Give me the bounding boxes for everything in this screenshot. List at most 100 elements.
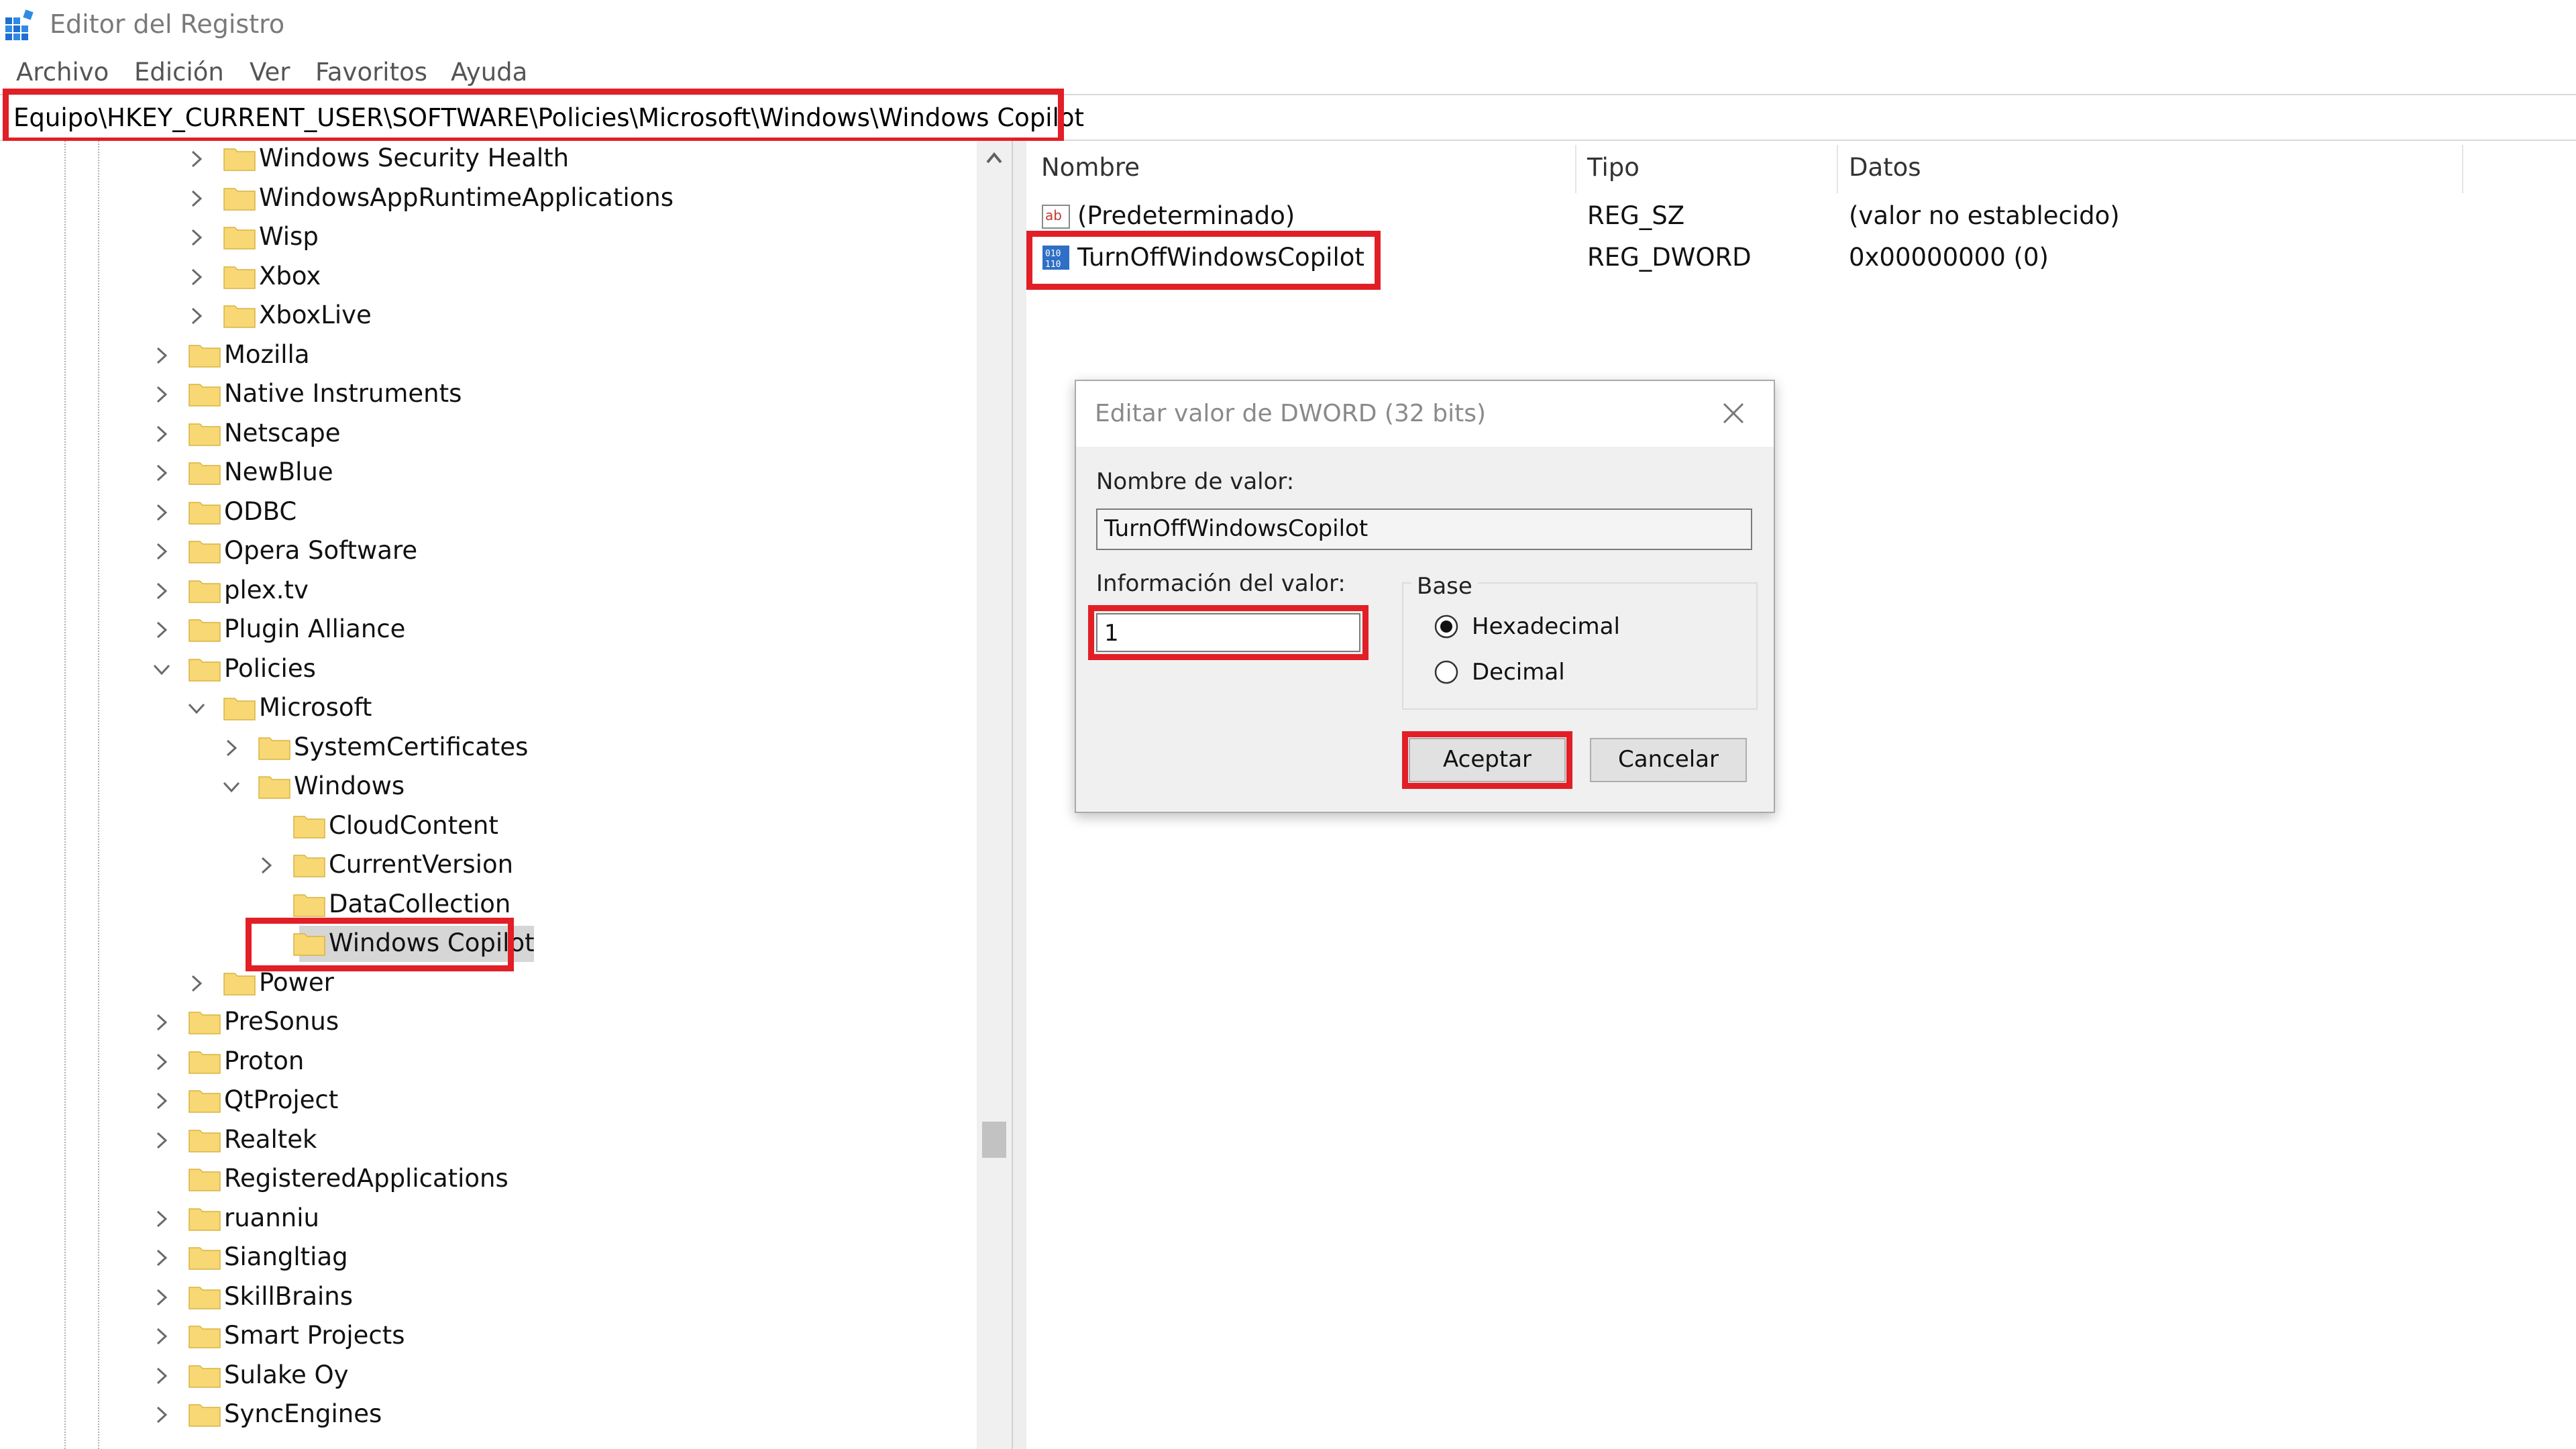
tree-item-label: Netscape (224, 418, 341, 447)
tree-item[interactable]: SkillBrains (0, 1279, 979, 1318)
tree-item[interactable]: XboxLive (0, 298, 979, 337)
tree-item[interactable]: ODBC (0, 494, 979, 533)
radio-decimal[interactable] (1433, 659, 1460, 686)
value-row-turnoffwindowscopilot[interactable]: 010 110 TurnOffWindowsCopilot REG_DWORD … (1026, 239, 2569, 279)
chevron-right-icon[interactable] (185, 972, 208, 995)
column-separator[interactable] (1837, 145, 1838, 193)
tree-item[interactable]: Opera Software (0, 533, 979, 572)
radio-hexadecimal-label[interactable]: Hexadecimal (1472, 613, 1620, 640)
radio-hexadecimal[interactable] (1433, 613, 1460, 640)
menu-ver[interactable]: Ver (250, 58, 290, 87)
chevron-right-icon[interactable] (185, 305, 208, 327)
tree-item[interactable]: SyncEngines (0, 1397, 979, 1436)
value-row-default[interactable]: ab (Predeterminado) REG_SZ (valor no est… (1026, 197, 2569, 237)
edit-dword-dialog[interactable]: Editar valor de DWORD (32 bits) Nombre d… (1075, 380, 1775, 813)
address-bar[interactable]: Equipo\HKEY_CURRENT_USER\SOFTWARE\Polici… (0, 94, 2576, 141)
tree-item[interactable]: Plugin Alliance (0, 612, 979, 651)
tree-item[interactable]: plex.tv (0, 573, 979, 612)
tree-item[interactable]: DataCollection (0, 887, 979, 926)
tree-item[interactable]: Wisp (0, 219, 979, 258)
tree-item[interactable]: Siangltiag (0, 1240, 979, 1279)
tree-item[interactable]: Windows Security Health (0, 141, 979, 180)
chevron-right-icon[interactable] (150, 1208, 173, 1230)
tree-item-label: CloudContent (329, 810, 498, 840)
tree-item[interactable]: WindowsAppRuntimeApplications (0, 180, 979, 219)
tree-item[interactable]: CloudContent (0, 808, 979, 847)
tree-item[interactable]: RegisteredApplications (0, 1161, 979, 1200)
chevron-right-icon[interactable] (150, 1089, 173, 1112)
tree-item[interactable]: Native Instruments (0, 376, 979, 415)
tree-item[interactable]: Xbox (0, 259, 979, 298)
column-separator[interactable] (1575, 145, 1576, 193)
scroll-up-arrow-icon[interactable] (985, 149, 1004, 168)
cancel-button[interactable]: Cancelar (1590, 738, 1747, 782)
tree-scrollbar[interactable] (977, 141, 1012, 1449)
chevron-right-icon[interactable] (150, 540, 173, 563)
chevron-right-icon[interactable] (150, 1325, 173, 1348)
folder-icon (223, 187, 256, 211)
chevron-right-icon[interactable] (150, 1246, 173, 1269)
tree-item[interactable]: Windows Copilot (0, 926, 979, 965)
tree-item[interactable]: Realtek (0, 1122, 979, 1161)
tree-item[interactable]: SystemCertificates (0, 730, 979, 769)
tree-item-label: SystemCertificates (294, 732, 529, 761)
tree-item[interactable]: NewBlue (0, 455, 979, 494)
tree-item-label: plex.tv (224, 575, 309, 604)
chevron-right-icon[interactable] (150, 580, 173, 602)
chevron-right-icon[interactable] (150, 1011, 173, 1034)
column-header-datos[interactable]: Datos (1849, 153, 1921, 182)
menu-archivo[interactable]: Archivo (16, 58, 109, 87)
tree-item[interactable]: PreSonus (0, 1004, 979, 1043)
ok-button[interactable]: Aceptar (1409, 738, 1566, 782)
chevron-right-icon[interactable] (150, 383, 173, 406)
menu-edicion[interactable]: Edición (134, 58, 224, 87)
folder-icon (189, 541, 221, 564)
menu-favoritos[interactable]: Favoritos (315, 58, 427, 87)
scroll-thumb[interactable] (982, 1122, 1006, 1158)
chevron-right-icon[interactable] (185, 266, 208, 288)
menu-ayuda[interactable]: Ayuda (451, 58, 527, 87)
chevron-right-icon[interactable] (150, 1403, 173, 1426)
tree-item[interactable]: Netscape (0, 416, 979, 455)
tree-item[interactable]: Smart Projects (0, 1318, 979, 1357)
chevron-right-icon[interactable] (150, 1051, 173, 1073)
chevron-down-icon[interactable] (150, 658, 173, 681)
chevron-down-icon[interactable] (185, 697, 208, 720)
tree-item[interactable]: Proton (0, 1044, 979, 1083)
chevron-right-icon[interactable] (185, 226, 208, 249)
chevron-right-icon[interactable] (150, 1364, 173, 1387)
tree-item[interactable]: Microsoft (0, 690, 979, 729)
chevron-right-icon[interactable] (150, 423, 173, 445)
tree-item[interactable]: QtProject (0, 1083, 979, 1122)
radio-decimal-label[interactable]: Decimal (1472, 659, 1565, 686)
column-header-tipo[interactable]: Tipo (1587, 153, 1640, 182)
chevron-right-icon[interactable] (150, 1129, 173, 1152)
folder-icon (189, 1169, 221, 1191)
tree-item[interactable]: CurrentVersion (0, 847, 979, 886)
column-separator[interactable] (2462, 145, 2463, 193)
chevron-right-icon[interactable] (150, 619, 173, 641)
tree-item[interactable]: Policies (0, 651, 979, 690)
tree-item[interactable]: Mozilla (0, 337, 979, 376)
chevron-right-icon[interactable] (150, 501, 173, 524)
tree-item[interactable]: Windows (0, 769, 979, 808)
tree-item[interactable]: Power (0, 965, 979, 1004)
chevron-right-icon[interactable] (185, 148, 208, 170)
column-header-nombre[interactable]: Nombre (1041, 153, 1140, 182)
chevron-right-icon[interactable] (150, 1286, 173, 1309)
address-path[interactable]: Equipo\HKEY_CURRENT_USER\SOFTWARE\Polici… (13, 103, 1084, 132)
chevron-right-icon[interactable] (220, 737, 243, 759)
chevron-down-icon[interactable] (220, 775, 243, 798)
dialog-title-bar[interactable]: Editar valor de DWORD (32 bits) (1076, 381, 1774, 447)
key-tree[interactable]: Windows Security Health WindowsAppRuntime… (0, 141, 1004, 1449)
value-data-input[interactable]: 1 (1096, 613, 1360, 652)
chevron-right-icon[interactable] (150, 462, 173, 484)
pane-splitter[interactable] (1012, 141, 1028, 1449)
tree-item[interactable]: Sulake Oy (0, 1358, 979, 1397)
tree-item[interactable]: ruanniu (0, 1201, 979, 1240)
value-name-field[interactable]: TurnOffWindowsCopilot (1096, 508, 1752, 550)
chevron-right-icon[interactable] (185, 187, 208, 210)
close-icon[interactable] (1721, 401, 1746, 425)
chevron-right-icon[interactable] (150, 344, 173, 367)
chevron-right-icon[interactable] (255, 854, 278, 877)
